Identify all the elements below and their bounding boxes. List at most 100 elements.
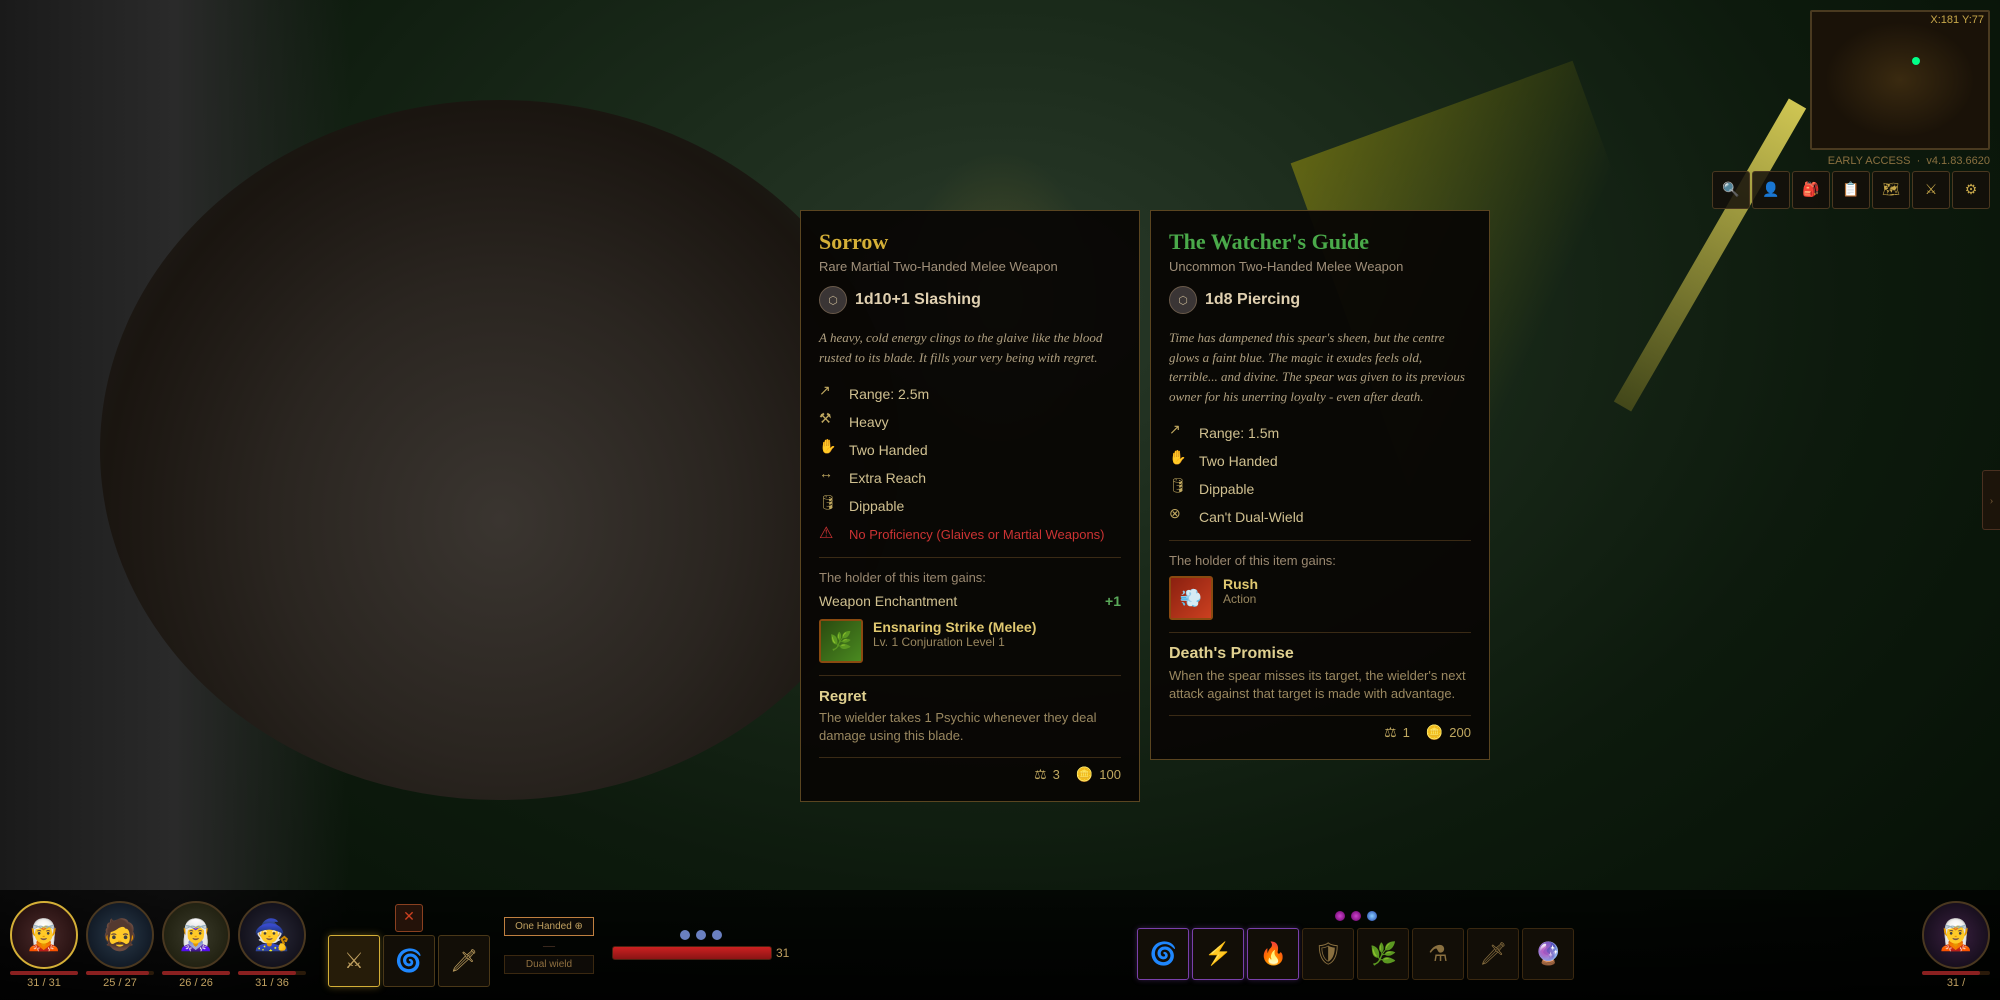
hud-character-icon[interactable]: 👤 [1752, 171, 1790, 209]
hud-inventory-icon[interactable]: 🎒 [1792, 171, 1830, 209]
hud-combat-icon[interactable]: ⚔ [1912, 171, 1950, 209]
watcher-type: Uncommon Two-Handed Melee Weapon [1169, 259, 1471, 274]
watcher-divider1 [1169, 540, 1471, 541]
watcher-ability-info: Rush Action [1223, 576, 1258, 606]
sorrow-gold: 🪙 100 [1076, 766, 1121, 783]
ap-dots [680, 930, 722, 940]
portrait-3[interactable]: 🧝‍♀️ 26 / 26 [162, 901, 230, 989]
minimap-inner: X:181 Y:77 [1812, 12, 1988, 148]
portrait-4[interactable]: 🧙 31 / 36 [238, 901, 306, 989]
right-scroll-tab[interactable]: › [1982, 470, 2000, 530]
watcher-stat-twohanded: ✋ Two Handed [1169, 450, 1471, 472]
watcher-range-icon: ↗ [1169, 422, 1191, 444]
watcher-damage-row: ⬡ 1d8 Piercing [1169, 286, 1471, 314]
action-bar-section: ✕ ⚔ 🌀 🗡 [328, 904, 490, 987]
skills-col: 🌀 ⚡ 🔥 🛡 🌿 ⚗ 🗡 🔮 [1137, 911, 1574, 980]
watcher-gold-icon: 🪙 [1426, 724, 1443, 741]
hud-map-icon[interactable]: 🗺 [1872, 171, 1910, 209]
access-label: EARLY ACCESS [1828, 155, 1911, 167]
cancel-row: ✕ [395, 904, 423, 932]
hp-bar-2 [86, 971, 149, 975]
sorrow-weight: ⚖ 3 [1034, 766, 1060, 783]
sorrow-holder-text: The holder of this item gains: [819, 570, 1121, 585]
tooltip-sorrow: Sorrow Rare Martial Two-Handed Melee Wea… [800, 210, 1140, 802]
attack-button[interactable]: ⚔ [328, 935, 380, 987]
hp-main-text: 31 [776, 946, 789, 960]
watcher-name: The Watcher's Guide [1169, 229, 1471, 255]
portrait-hp-1: 31 / 31 [10, 977, 78, 989]
sorrow-stat-heavy: ⚒ Heavy [819, 411, 1121, 433]
portrait-img-3: 🧝‍♀️ [162, 901, 230, 969]
skill-8[interactable]: 🔮 [1522, 928, 1574, 980]
portrait-1[interactable]: 🧝 31 / 31 [10, 901, 78, 989]
range-icon: ↗ [819, 383, 841, 405]
hp-bar-1 [10, 971, 78, 975]
sorrow-passive-title: Regret [819, 688, 1121, 705]
sorrow-passive-desc: The wielder takes 1 Psychic whenever the… [819, 709, 1121, 745]
skill-row: 🌀 ⚡ 🔥 🛡 🌿 ⚗ 🗡 🔮 [1137, 928, 1574, 980]
sorrow-damage-row: ⬡ 1d10+1 Slashing [819, 286, 1121, 314]
watcher-weight-val: 1 [1403, 725, 1410, 740]
dungeon-floor [100, 100, 900, 800]
watcher-gold-val: 200 [1449, 725, 1471, 740]
portrait-2[interactable]: 🧔 25 / 27 [86, 901, 154, 989]
heavy-icon: ⚒ [819, 411, 841, 433]
watcher-stat-dippable: 🛢 Dippable [1169, 478, 1471, 500]
nodual-icon: ⊗ [1169, 506, 1191, 528]
skill-4[interactable]: 🛡 [1302, 928, 1354, 980]
watcher-ability-name: Rush [1223, 576, 1258, 592]
sorrow-divider1 [819, 557, 1121, 558]
sorrow-heavy: Heavy [849, 414, 889, 430]
dual-wield-button[interactable]: Dual wield [504, 955, 594, 974]
sorrow-name: Sorrow [819, 229, 1121, 255]
wield-mode-section: One Handed ⊕ — Dual wield [504, 917, 594, 974]
hp-bar-wrap-1 [10, 971, 78, 975]
watcher-description: Time has dampened this spear's sheen, bu… [1169, 328, 1471, 406]
portrait-hp-3: 26 / 26 [162, 977, 230, 989]
portrait-hp-4: 31 / 36 [238, 977, 306, 989]
gem-3 [1367, 911, 1377, 921]
skill-5[interactable]: 🌿 [1357, 928, 1409, 980]
portrait-img-4: 🧙 [238, 901, 306, 969]
sorrow-gold-val: 100 [1099, 767, 1121, 782]
version-text: v4.1.83.6620 [1926, 155, 1990, 167]
minimap[interactable]: X:181 Y:77 [1810, 10, 1990, 150]
sorrow-stat-reach: ↔ Extra Reach [819, 467, 1121, 489]
skill-3[interactable]: 🔥 [1247, 928, 1299, 980]
hp-display: 31 [612, 946, 789, 960]
hud-icon-row: 🔍 👤 🎒 📋 🗺 ⚔ ⚙ [1712, 171, 1990, 209]
sorrow-ability-info: Ensnaring Strike (Melee) Lv. 1 Conjurati… [873, 619, 1036, 649]
skill-6[interactable]: ⚗ [1412, 928, 1464, 980]
bottom-hud: 🧝 31 / 31 🧔 25 / 27 🧝‍♀️ 26 / [0, 890, 2000, 1000]
skills-bar: 🌀 ⚡ 🔥 🛡 🌿 ⚗ 🗡 🔮 [799, 911, 1912, 980]
skill-1[interactable]: 🌀 [1137, 928, 1189, 980]
watcher-range: Range: 1.5m [1199, 425, 1279, 441]
sorrow-stat-range: ↗ Range: 2.5m [819, 383, 1121, 405]
deaths-promise-desc: When the spear misses its target, the wi… [1169, 667, 1471, 703]
sorrow-enchant-row: Weapon Enchantment +1 [819, 593, 1121, 609]
sorrow-footer: ⚖ 3 🪙 100 [819, 757, 1121, 783]
portrait-img-last: 🧝 [1922, 901, 1990, 969]
gem-1 [1335, 911, 1345, 921]
skill-2[interactable]: ⚡ [1192, 928, 1244, 980]
cancel-button[interactable]: ✕ [395, 904, 423, 932]
hud-settings-icon[interactable]: ⚙ [1952, 171, 1990, 209]
ensnaring-strike-icon: 🌿 [819, 619, 863, 663]
skill-button-2[interactable]: 🗡 [438, 935, 490, 987]
portrait-last[interactable]: 🧝 31 / [1922, 901, 1990, 989]
portrait-img-2: 🧔 [86, 901, 154, 969]
ensnare-icon-inner: 🌿 [821, 621, 861, 661]
skill-7[interactable]: 🗡 [1467, 928, 1519, 980]
tooltip-watcher: The Watcher's Guide Uncommon Two-Handed … [1150, 210, 1490, 760]
wield-separator: — [543, 938, 555, 953]
sorrow-enchant-bonus: +1 [1105, 593, 1121, 609]
sorrow-stat-warning: ⚠ No Proficiency (Glaives or Martial Wea… [819, 523, 1121, 545]
one-handed-button[interactable]: One Handed ⊕ [504, 917, 594, 936]
warning-icon: ⚠ [819, 523, 841, 545]
ap-dot-1 [680, 930, 690, 940]
gem-2 [1351, 911, 1361, 921]
hud-journal-icon[interactable]: 📋 [1832, 171, 1870, 209]
skill-button-1[interactable]: 🌀 [383, 935, 435, 987]
hud-search-icon[interactable]: 🔍 [1712, 171, 1750, 209]
watcher-footer: ⚖ 1 🪙 200 [1169, 715, 1471, 741]
